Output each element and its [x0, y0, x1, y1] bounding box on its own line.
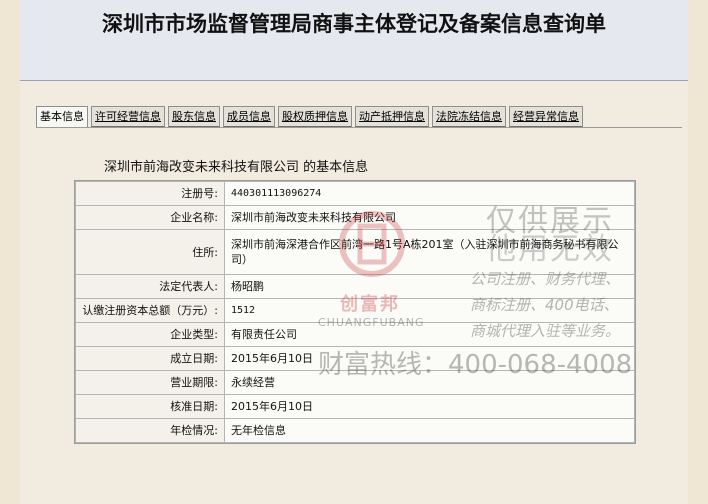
address-value: 深圳市前海深港合作区前湾一路1号A栋201室（入驻深圳市前海商务秘书有限公司） — [224, 229, 635, 275]
registered-capital-value: 1512 — [224, 298, 635, 323]
field-label: 核准日期: — [75, 394, 225, 419]
table-row: 住所: 深圳市前海深港合作区前湾一路1号A栋201室（入驻深圳市前海商务秘书有限… — [75, 229, 635, 275]
field-label: 年检情况: — [75, 418, 225, 443]
table-row: 营业期限: 永续经营 — [75, 370, 635, 395]
tab-divider — [36, 127, 682, 128]
right-margin — [688, 0, 708, 504]
field-label: 住所: — [75, 229, 225, 275]
table-row: 企业类型: 有限责任公司 — [75, 322, 635, 347]
legal-representative-value: 杨昭鹏 — [224, 274, 635, 299]
table-row: 注册号: 440301113096274 — [75, 181, 635, 206]
tab-bar: 基本信息 许可经营信息 股东信息 成员信息 股权质押信息 动产抵押信息 法院冻结… — [36, 106, 583, 128]
table-row: 法定代表人: 杨昭鹏 — [75, 274, 635, 299]
page-title: 深圳市市场监督管理局商事主体登记及备案信息查询单 — [102, 12, 606, 36]
annual-inspection-value: 无年检信息 — [224, 418, 635, 443]
business-term-value: 永续经营 — [224, 370, 635, 395]
field-label: 认缴注册资本总额（万元）: — [75, 298, 225, 323]
company-name-value: 深圳市前海改变未来科技有限公司 — [224, 205, 635, 230]
tab-license-info[interactable]: 许可经营信息 — [91, 106, 165, 128]
tab-abnormal-operation-info[interactable]: 经营异常信息 — [509, 106, 583, 128]
title-bar: 深圳市市场监督管理局商事主体登记及备案信息查询单 — [20, 0, 688, 81]
tab-court-freeze-info[interactable]: 法院冻结信息 — [432, 106, 506, 128]
table-row: 认缴注册资本总额（万元）: 1512 — [75, 298, 635, 323]
field-label: 注册号: — [75, 181, 225, 206]
table-row: 年检情况: 无年检信息 — [75, 418, 635, 443]
table-row: 成立日期: 2015年6月10日 — [75, 346, 635, 371]
tab-shareholder-info[interactable]: 股东信息 — [168, 106, 220, 128]
field-label: 企业类型: — [75, 322, 225, 347]
field-label: 企业名称: — [75, 205, 225, 230]
registration-number-value: 440301113096274 — [224, 181, 635, 206]
page: 深圳市市场监督管理局商事主体登记及备案信息查询单 基本信息 许可经营信息 股东信… — [0, 0, 708, 504]
tab-equity-pledge-info[interactable]: 股权质押信息 — [278, 106, 352, 128]
establishment-date-value: 2015年6月10日 — [224, 346, 635, 371]
left-margin — [0, 0, 20, 504]
table-row: 企业名称: 深圳市前海改变未来科技有限公司 — [75, 205, 635, 230]
basic-info-table: 注册号: 440301113096274 企业名称: 深圳市前海改变未来科技有限… — [74, 180, 636, 444]
table-row: 核准日期: 2015年6月10日 — [75, 394, 635, 419]
tab-member-info[interactable]: 成员信息 — [223, 106, 275, 128]
field-label: 法定代表人: — [75, 274, 225, 299]
field-label: 成立日期: — [75, 346, 225, 371]
company-type-value: 有限责任公司 — [224, 322, 635, 347]
section-title: 深圳市前海改变未来科技有限公司 的基本信息 — [104, 160, 369, 175]
field-label: 营业期限: — [75, 370, 225, 395]
tab-chattel-mortgage-info[interactable]: 动产抵押信息 — [355, 106, 429, 128]
approval-date-value: 2015年6月10日 — [224, 394, 635, 419]
tab-basic-info[interactable]: 基本信息 — [36, 106, 88, 128]
